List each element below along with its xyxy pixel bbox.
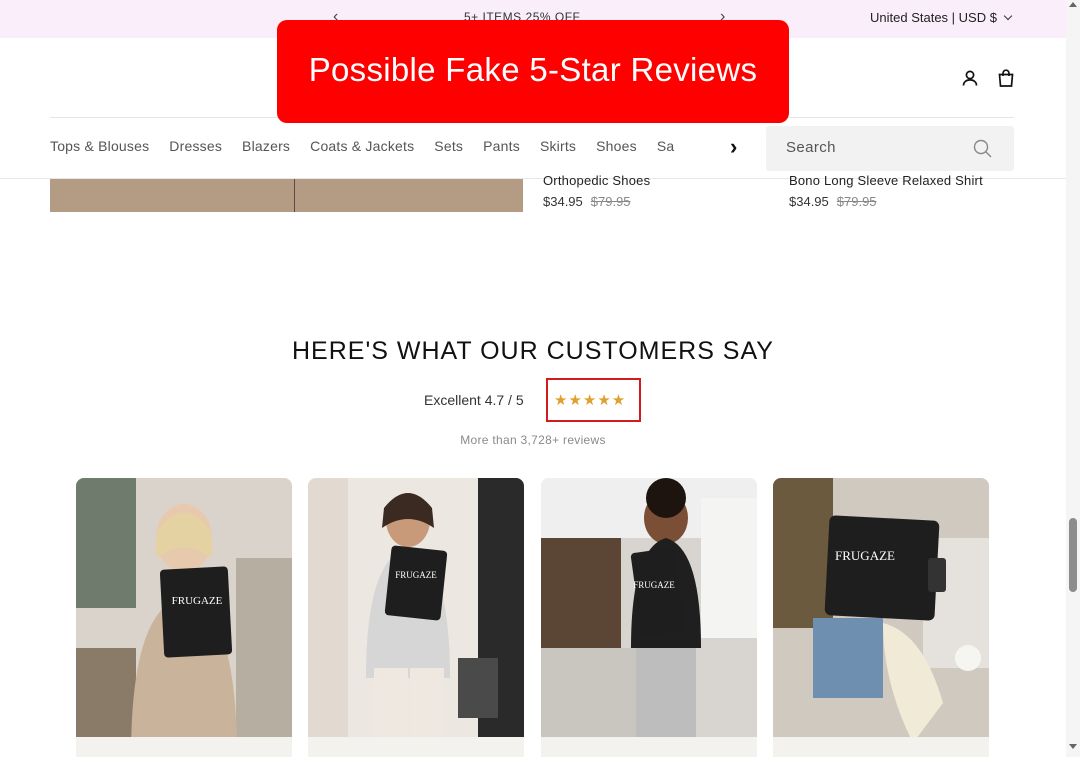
star-rating-icon: ★★★★★: [554, 392, 627, 409]
product-compare-price: $79.95: [590, 194, 631, 209]
bag-brand-text: FRUGAZE: [835, 548, 895, 563]
nav-item-sets[interactable]: Sets: [434, 118, 463, 174]
bag-brand-text: FRUGAZE: [172, 595, 223, 607]
bag-brand-text: FRUGAZE: [633, 580, 675, 590]
search-icon[interactable]: [972, 138, 994, 160]
review-photo-card[interactable]: FRUGAZE: [308, 478, 524, 757]
review-photo-card[interactable]: FRUGAZE: [76, 478, 292, 757]
shopping-bag-icon[interactable]: [996, 68, 1016, 88]
nav-item-pants[interactable]: Pants: [483, 118, 520, 174]
product-compare-price: $79.95: [836, 194, 877, 209]
product-card[interactable]: Bono Long Sleeve Relaxed Shirt $34.95 $79…: [789, 173, 983, 209]
product-card[interactable]: Orthopedic Shoes $34.95 $79.95: [543, 173, 650, 209]
category-list: Tops & Blouses Dresses Blazers Coats & Jack…: [50, 118, 705, 178]
scroll-down-icon[interactable]: [1069, 744, 1077, 749]
locale-label: United States | USD $: [870, 10, 997, 25]
image-seam: [294, 179, 295, 212]
nav-item-shoes[interactable]: Shoes: [596, 118, 637, 174]
nav-item-truncated[interactable]: Sa: [657, 118, 675, 174]
scrollbar-thumb[interactable]: [1069, 518, 1077, 592]
review-count: More than 3,728+ reviews: [460, 433, 606, 447]
review-photo: FRUGAZE: [76, 478, 292, 757]
search-input[interactable]: Search: [786, 139, 836, 156]
nav-item-dresses[interactable]: Dresses: [169, 118, 222, 174]
product-name[interactable]: Bono Long Sleeve Relaxed Shirt: [789, 173, 983, 188]
product-name[interactable]: Orthopedic Shoes: [543, 173, 650, 188]
search-box[interactable]: Search: [766, 126, 1014, 171]
star-rating-highlight: ★★★★★: [546, 378, 641, 422]
chevron-down-icon: [1003, 11, 1013, 21]
warning-overlay-text: Possible Fake 5-Star Reviews: [308, 51, 758, 88]
nav-item-skirts[interactable]: Skirts: [540, 118, 576, 174]
warning-overlay-banner: Possible Fake 5-Star Reviews: [277, 20, 789, 123]
rating-summary: Excellent 4.7 / 5: [424, 392, 524, 408]
bag-brand-text: FRUGAZE: [395, 570, 437, 580]
nav-item-coats-jackets[interactable]: Coats & Jackets: [310, 118, 414, 174]
nav-item-blazers[interactable]: Blazers: [242, 118, 290, 174]
review-photo-card[interactable]: FRUGAZE: [773, 478, 989, 757]
scroll-up-icon[interactable]: [1069, 2, 1077, 7]
product-price: $34.95: [543, 194, 583, 209]
category-nav: Tops & Blouses Dresses Blazers Coats & Jack…: [0, 118, 1066, 179]
locale-selector[interactable]: United States | USD $: [870, 10, 1013, 25]
page-scrollbar[interactable]: [1066, 0, 1080, 757]
review-photo-card[interactable]: FRUGAZE: [541, 478, 757, 757]
product-image[interactable]: [50, 179, 523, 212]
review-photo: FRUGAZE: [308, 478, 524, 757]
review-photo: FRUGAZE: [773, 478, 989, 757]
product-price: $34.95: [789, 194, 829, 209]
nav-scroll-right-button[interactable]: ›: [730, 134, 737, 160]
nav-item-tops-blouses[interactable]: Tops & Blouses: [50, 118, 149, 174]
reviews-heading: HERE'S WHAT OUR CUSTOMERS SAY: [292, 337, 774, 365]
review-photo: FRUGAZE: [541, 478, 757, 757]
user-icon[interactable]: [960, 68, 980, 88]
